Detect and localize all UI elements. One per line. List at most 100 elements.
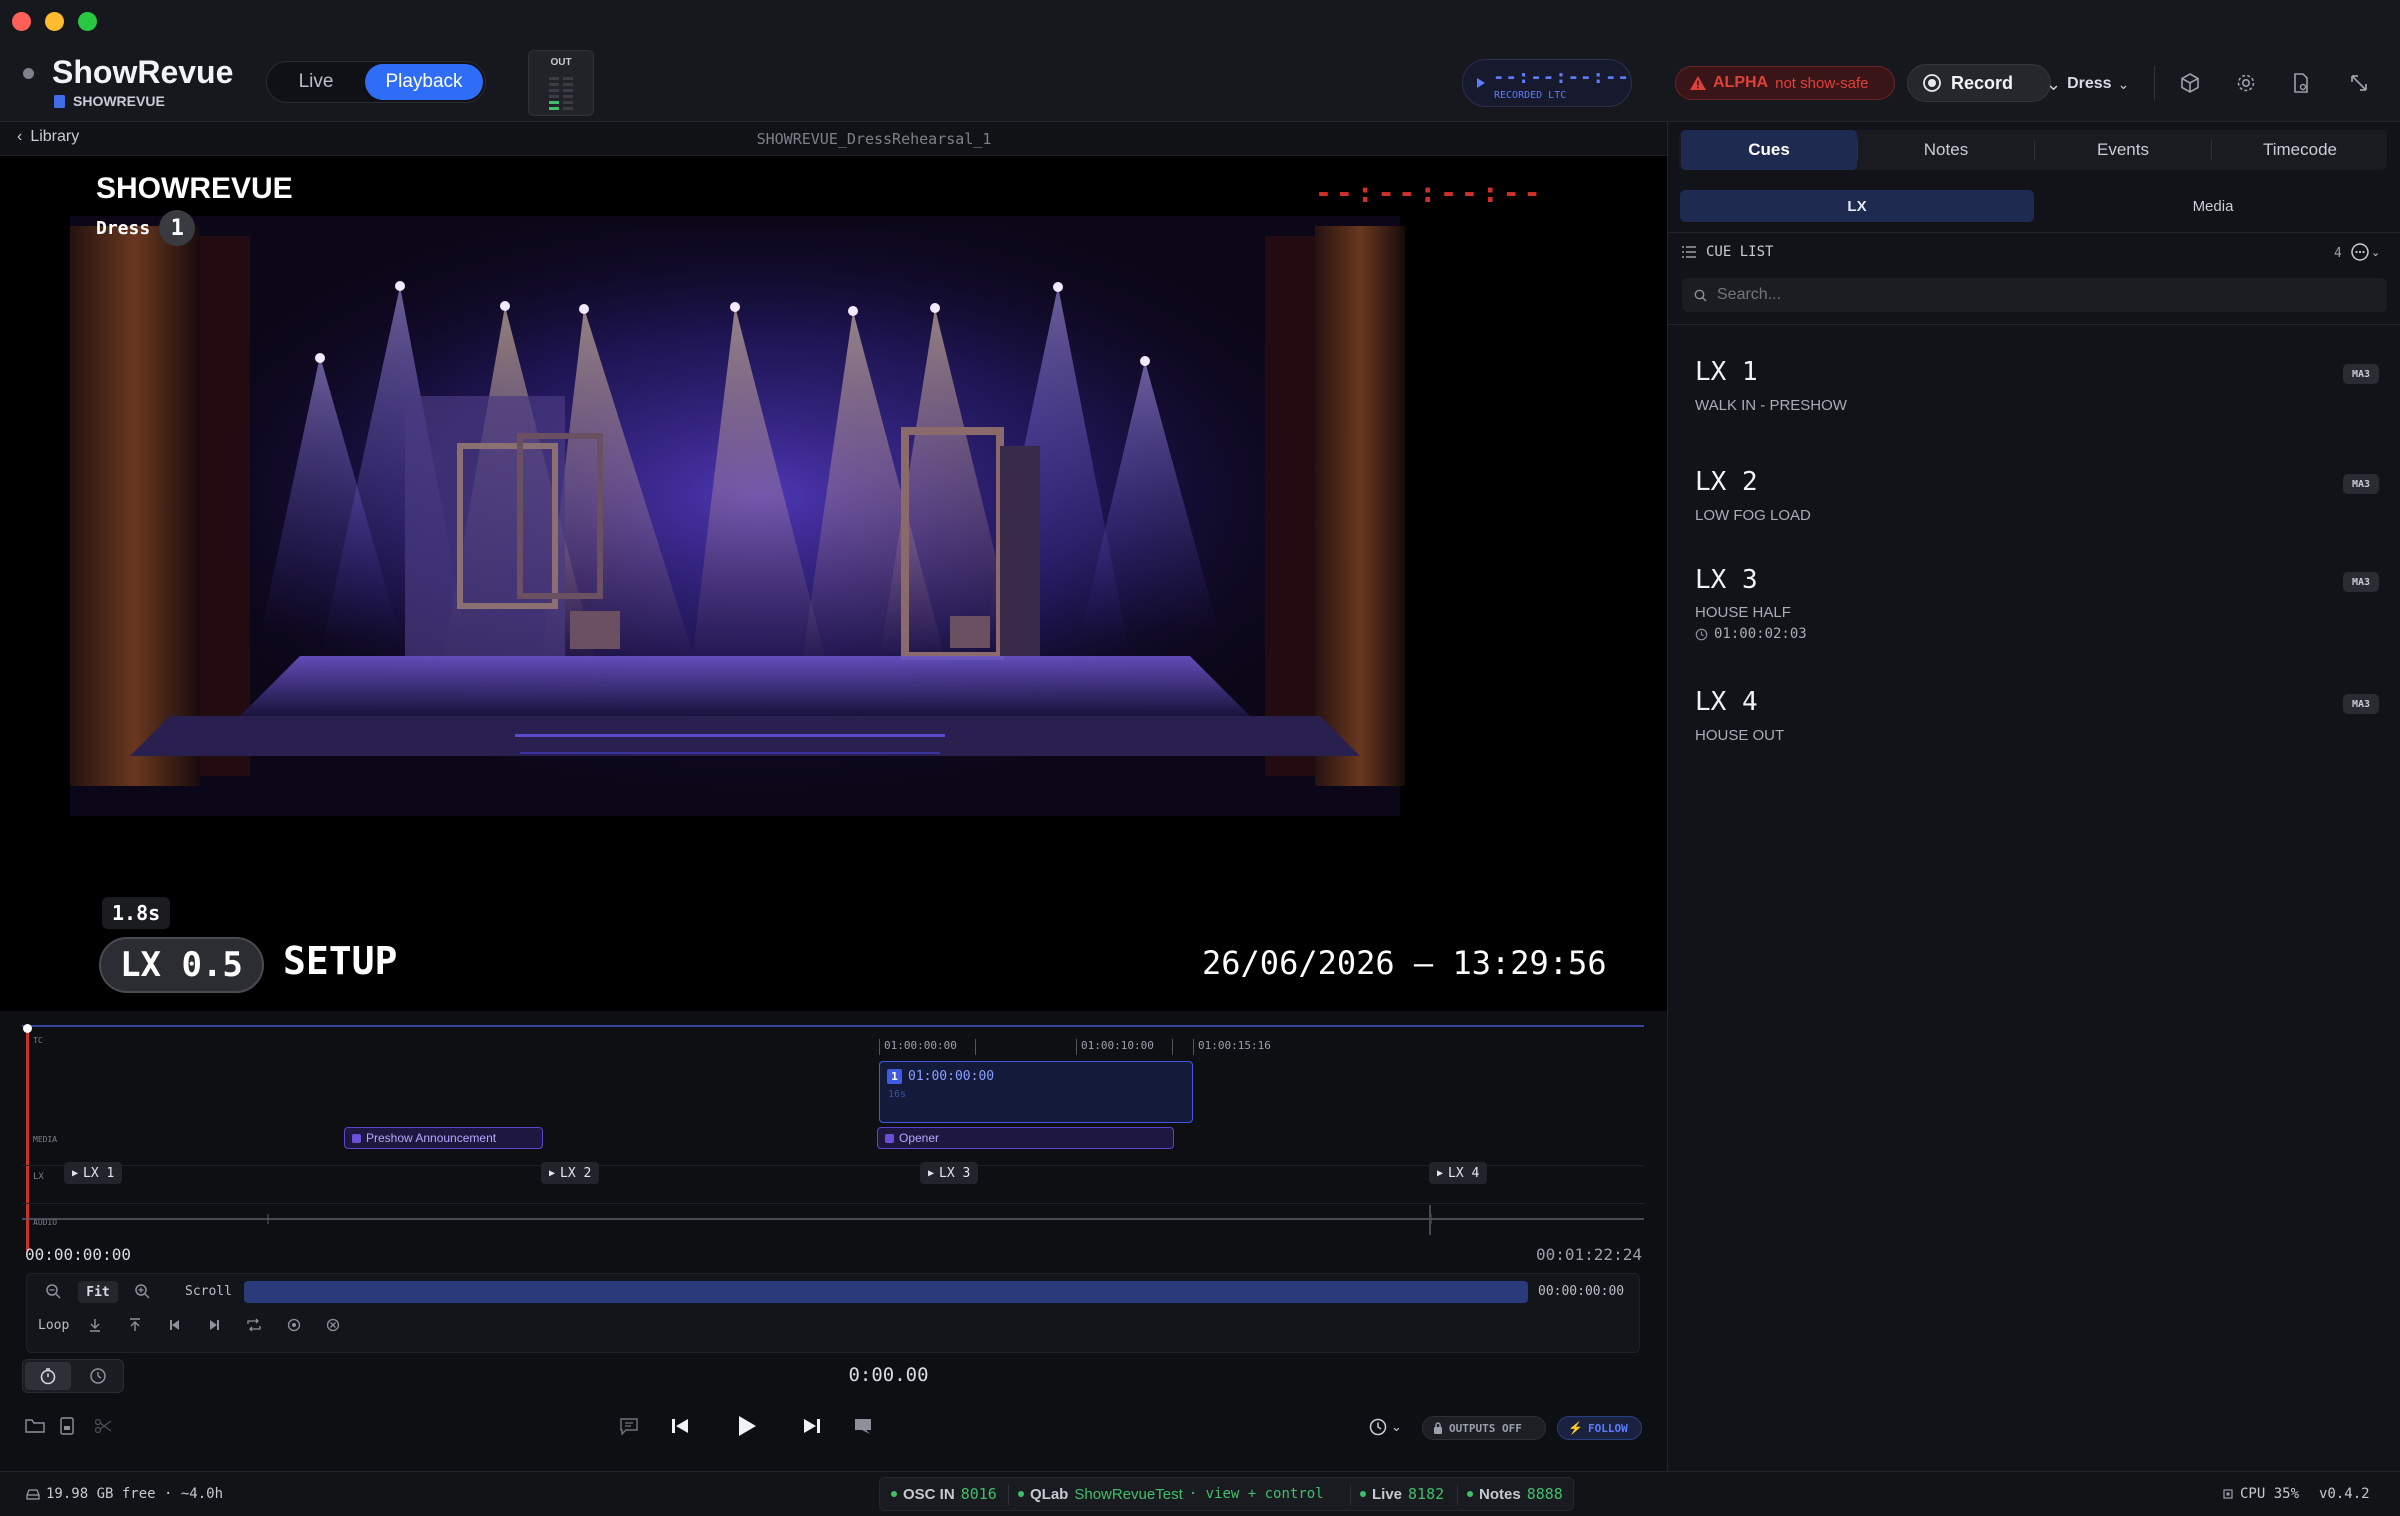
skip-forward-icon [804,1419,820,1433]
zoom-in-button[interactable] [127,1277,157,1305]
lx-marker-label: LX 4 [1448,1165,1480,1181]
zoom-out-button[interactable] [38,1277,68,1305]
cue-id: LX 1 [1695,357,1758,387]
go-to-in-button[interactable] [160,1311,190,1339]
video-player[interactable]: SHOWREVUE Dress 1 --:--:--:-- 1.8s LX 0.… [0,156,1667,1011]
disk-status: 19.98 GB free · ~4.0h [26,1480,223,1508]
lx-marker-label: LX 1 [83,1165,115,1181]
cue-name: HOUSE OUT [1695,727,1785,744]
next-cue-button[interactable] [797,1412,827,1440]
fit-button[interactable]: Fit [78,1281,118,1303]
cue-item[interactable]: LX 4 HOUSE OUT MA3 [1668,682,2400,772]
subtab-lx[interactable]: LX [1680,190,2034,222]
live-status[interactable]: Live 8182 [1360,1480,1444,1508]
media-clip[interactable]: Opener [877,1127,1174,1149]
cue-sidebar: Cues Notes Events Timecode LX Media CUE … [1667,122,2400,1471]
scroll-bar[interactable] [244,1281,1528,1303]
record-button[interactable]: Record [1907,64,2051,102]
outputs-toggle[interactable]: OUTPUTS OFF [1422,1416,1546,1440]
playhead-handle[interactable] [23,1024,32,1033]
media-clip-label: Opener [899,1131,940,1145]
play-icon: ▶ [1437,1167,1444,1179]
bookmark-button[interactable] [52,1412,82,1440]
tc-block-duration: 16s [888,1089,907,1100]
notes-status[interactable]: Notes 8888 [1467,1480,1563,1508]
ruler-tick: 01:00:15:16 [1193,1039,1271,1055]
osc-port: 8016 [960,1485,997,1503]
console-badge: MA3 [2343,474,2379,494]
fullscreen-button[interactable] [2339,63,2379,103]
subtab-media[interactable]: Media [2036,190,2390,222]
timeline-top-line [22,1025,1644,1027]
document-icon [54,94,65,108]
osc-label: OSC IN [903,1485,955,1503]
media-clip[interactable]: Preshow Announcement [344,1127,543,1149]
recorded-ltc-display: --:--:--:-- RECORDED LTC [1462,59,1632,107]
media-clip-label: Preshow Announcement [366,1131,497,1145]
prev-note-button[interactable] [614,1412,644,1440]
divider [1008,1485,1009,1505]
lx-marker[interactable]: ▶ LX 3 [920,1162,979,1184]
lx-marker[interactable]: ▶ LX 4 [1429,1162,1488,1184]
ruler-tick: 01:00:10:00 [1076,1039,1154,1055]
open-folder-button[interactable] [20,1412,50,1440]
clear-loop-button[interactable] [318,1311,348,1339]
export-button[interactable] [2281,63,2321,103]
dress-dropdown[interactable]: ⌄ Dress ⌄ [2046,70,2129,98]
qlab-name: ShowRevueTest [1074,1485,1183,1503]
follow-toggle[interactable]: ⚡ FOLLOW [1557,1416,1642,1440]
tc-block[interactable]: 1 01:00:00:00 16s [879,1061,1193,1123]
set-out-button[interactable] [120,1311,150,1339]
tab-events[interactable]: Events [2035,130,2211,170]
cue-item[interactable]: LX 2 LOW FOG LOAD MA3 [1668,462,2400,552]
cue-count: 4 [2334,246,2342,261]
history-dropdown[interactable]: ⌄ [1368,1417,1402,1437]
ltc-timecode: --:--:--:-- [1493,66,1630,88]
live-mode-button[interactable]: Live [271,64,361,100]
alpha-warning-badge[interactable]: ALPHA not show-safe [1675,66,1895,100]
close-window-button[interactable] [12,12,31,31]
cue-search-input[interactable] [1717,286,2317,304]
next-note-button[interactable] [848,1412,878,1440]
cue-list-menu-button[interactable]: ⌄ [2350,242,2380,262]
play-button[interactable] [730,1410,764,1442]
loop-record-button[interactable] [279,1311,309,1339]
cube-button[interactable] [2170,63,2210,103]
previous-cue-button[interactable] [665,1412,695,1440]
scroll-time: 00:00:00:00 [1538,1284,1625,1299]
expand-icon [2351,75,2367,91]
cue-search-box[interactable] [1682,278,2387,312]
qlab-mode: · view + control [1188,1486,1324,1502]
library-bar: ‹ Library SHOWREVUE_DressRehearsal_1 [0,122,1667,156]
project-label[interactable]: SHOWREVUE [54,93,165,109]
lx-marker[interactable]: ▶ LX 1 [64,1162,123,1184]
cpu-usage: CPU 35% [2240,1486,2300,1502]
cue-item[interactable]: LX 1 WALK IN - PRESHOW MA3 [1668,352,2400,442]
alpha-tag: ALPHA [1713,74,1769,91]
tab-cues[interactable]: Cues [1681,130,1857,170]
cue-list-header: CUE LIST [1682,244,1773,260]
scroll-label: Scroll [185,1284,232,1299]
minimize-window-button[interactable] [45,12,64,31]
cue-item[interactable]: LX 3 HOUSE HALF 01:00:02:03 MA3 [1668,560,2400,670]
cpu-status: CPU 35% [2222,1480,2299,1508]
play-icon: ▶ [928,1167,935,1179]
tab-notes[interactable]: Notes [1858,130,2034,170]
more-options-icon [2351,243,2369,261]
mode-switch: Live Playback [266,61,486,103]
go-to-out-button[interactable] [199,1311,229,1339]
cut-button[interactable] [88,1412,118,1440]
zoom-window-button[interactable] [78,12,97,31]
overlay-timecode: --:--:--:-- [1315,176,1545,209]
report-icon [60,1417,74,1435]
tab-timecode[interactable]: Timecode [2212,130,2388,170]
set-in-button[interactable] [80,1311,110,1339]
osc-status[interactable]: OSC IN 8016 [891,1480,997,1508]
loop-toggle-button[interactable] [239,1311,269,1339]
settings-button[interactable] [2226,63,2266,103]
playback-mode-button[interactable]: Playback [365,64,483,100]
qlab-status[interactable]: QLab ShowRevueTest · view + control [1018,1480,1324,1508]
connected-dot [891,1491,897,1497]
comment-icon [620,1418,638,1435]
lx-marker[interactable]: ▶ LX 2 [541,1162,600,1184]
